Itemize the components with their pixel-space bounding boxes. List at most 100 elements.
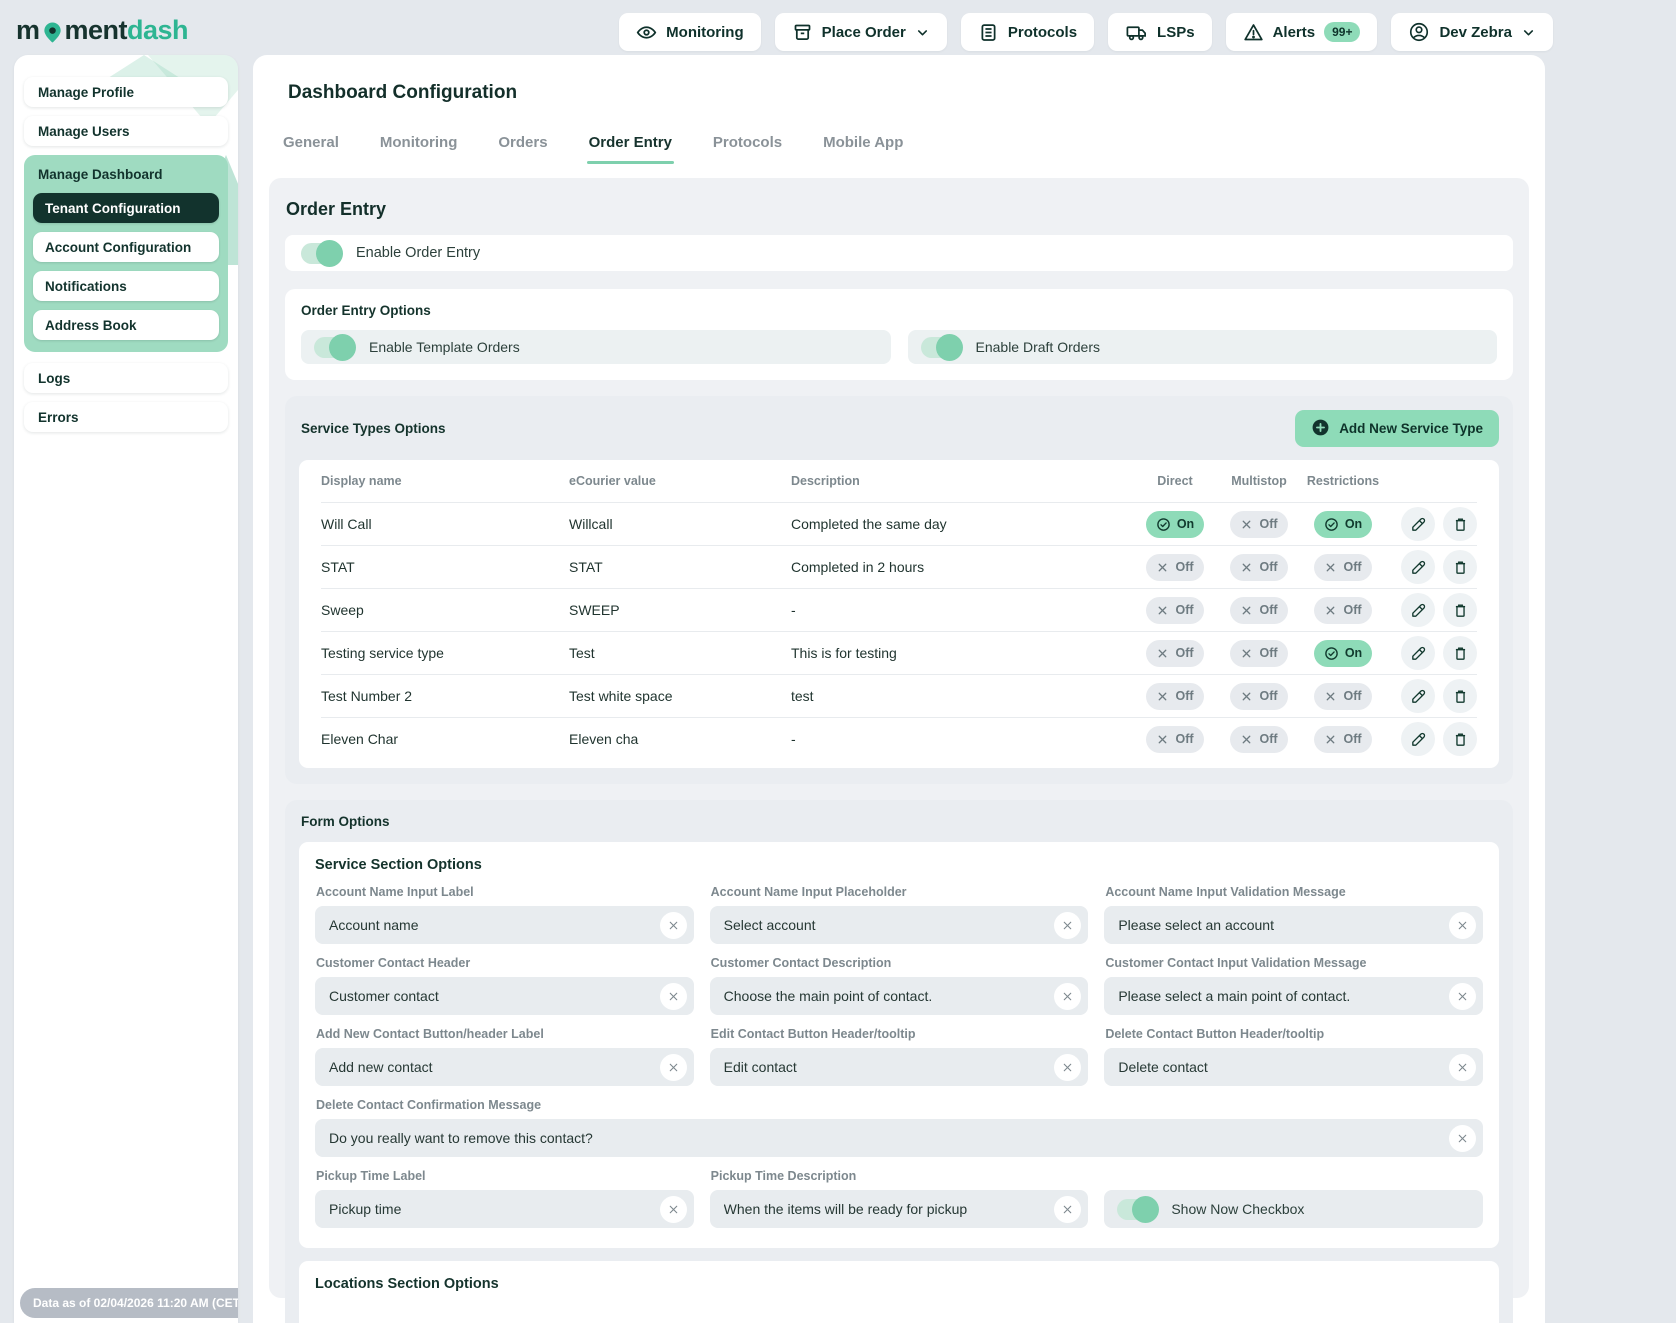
sidebar-item-address-book[interactable]: Address Book	[33, 310, 219, 340]
clear-input-button[interactable]	[660, 1054, 687, 1081]
sidebar-group-label[interactable]: Manage Dashboard	[33, 164, 219, 193]
clear-input-button[interactable]	[1449, 1054, 1476, 1081]
account-name-placeholder-input[interactable]: Select account	[710, 906, 1089, 944]
alerts-button[interactable]: Alerts 99+	[1226, 13, 1378, 51]
delete-button[interactable]	[1443, 636, 1477, 670]
edit-button[interactable]	[1401, 722, 1435, 756]
trash-icon	[1452, 645, 1469, 662]
edit-button[interactable]	[1401, 550, 1435, 584]
clear-input-button[interactable]	[1054, 1054, 1081, 1081]
restrictions-toggle-badge[interactable]: On	[1314, 511, 1372, 538]
clear-input-button[interactable]	[660, 1196, 687, 1223]
tab-mobile-app[interactable]: Mobile App	[823, 134, 903, 164]
order-entry-panel: Order Entry Enable Order Entry Order Ent…	[269, 178, 1529, 1298]
direct-toggle-badge[interactable]: Off	[1146, 597, 1203, 624]
add-new-service-type-button[interactable]: Add New Service Type	[1295, 410, 1499, 447]
table-row: Will Call Willcall Completed the same da…	[321, 502, 1477, 545]
direct-toggle-badge[interactable]: Off	[1146, 726, 1203, 753]
account-name-validation-input[interactable]: Please select an account	[1104, 906, 1483, 944]
show-now-checkbox-toggle[interactable]	[1117, 1199, 1157, 1220]
multistop-toggle-badge[interactable]: Off	[1230, 726, 1287, 753]
restrictions-toggle-badge[interactable]: Off	[1314, 597, 1371, 624]
direct-toggle-badge[interactable]: Off	[1146, 554, 1203, 581]
restrictions-toggle-badge[interactable]: On	[1314, 640, 1372, 667]
lsps-button[interactable]: LSPs	[1108, 13, 1212, 51]
tab-order-entry[interactable]: Order Entry	[589, 134, 672, 164]
enable-template-orders-toggle[interactable]	[314, 337, 354, 358]
x-icon	[1156, 733, 1169, 746]
delete-button[interactable]	[1443, 593, 1477, 627]
tab-general[interactable]: General	[283, 134, 339, 164]
pickup-time-label-input[interactable]: Pickup time	[315, 1190, 694, 1228]
enable-draft-orders-toggle[interactable]	[921, 337, 961, 358]
order-box-icon	[792, 22, 813, 43]
delete-contact-confirmation-input[interactable]: Do you really want to remove this contac…	[315, 1119, 1483, 1157]
protocols-button[interactable]: Protocols	[961, 13, 1094, 51]
restrictions-toggle-badge[interactable]: Off	[1314, 683, 1371, 710]
direct-toggle-badge[interactable]: Off	[1146, 640, 1203, 667]
field-label: Account Name Input Validation Message	[1105, 885, 1483, 899]
place-order-button[interactable]: Place Order	[775, 13, 947, 51]
customer-contact-header-input[interactable]: Customer contact	[315, 977, 694, 1015]
clear-input-button[interactable]	[1449, 1125, 1476, 1152]
sidebar-item-notifications[interactable]: Notifications	[33, 271, 219, 301]
sidebar-item-manage-profile[interactable]: Manage Profile	[24, 77, 228, 107]
delete-button[interactable]	[1443, 550, 1477, 584]
enable-order-entry-toggle[interactable]	[301, 243, 341, 264]
direct-toggle-badge[interactable]: Off	[1146, 683, 1203, 710]
multistop-toggle-badge[interactable]: Off	[1230, 597, 1287, 624]
delete-button[interactable]	[1443, 722, 1477, 756]
table-header-row: Display name eCourier value Description …	[321, 460, 1477, 502]
sidebar-item-tenant-configuration[interactable]: Tenant Configuration	[33, 193, 219, 223]
delete-button[interactable]	[1443, 507, 1477, 541]
sidebar-item-logs[interactable]: Logs	[24, 363, 228, 393]
restrictions-toggle-badge[interactable]: Off	[1314, 726, 1371, 753]
sidebar-item-errors[interactable]: Errors	[24, 402, 228, 432]
clear-input-button[interactable]	[1054, 1196, 1081, 1223]
restrictions-toggle-badge[interactable]: Off	[1314, 554, 1371, 581]
table-row: Eleven Char Eleven cha - Off Off Off	[321, 717, 1477, 760]
trash-icon	[1452, 602, 1469, 619]
clear-input-button[interactable]	[660, 983, 687, 1010]
sidebar-item-manage-users[interactable]: Manage Users	[24, 116, 228, 146]
order-entry-options-heading: Order Entry Options	[301, 303, 1497, 318]
clear-input-button[interactable]	[1054, 983, 1081, 1010]
edit-button[interactable]	[1401, 679, 1435, 713]
edit-button[interactable]	[1401, 636, 1435, 670]
sidebar-item-account-configuration[interactable]: Account Configuration	[33, 232, 219, 262]
edit-contact-tooltip-input[interactable]: Edit contact	[710, 1048, 1089, 1086]
edit-button[interactable]	[1401, 593, 1435, 627]
multistop-toggle-badge[interactable]: Off	[1230, 511, 1287, 538]
delete-button[interactable]	[1443, 679, 1477, 713]
clear-input-button[interactable]	[1449, 912, 1476, 939]
x-icon	[1156, 647, 1169, 660]
trash-icon	[1452, 688, 1469, 705]
multistop-toggle-badge[interactable]: Off	[1230, 683, 1287, 710]
user-menu-button[interactable]: Dev Zebra	[1391, 13, 1553, 51]
field-label: Customer Contact Description	[711, 956, 1089, 970]
tab-monitoring[interactable]: Monitoring	[380, 134, 457, 164]
customer-contact-validation-input[interactable]: Please select a main point of contact.	[1104, 977, 1483, 1015]
field-label: Add New Contact Button/header Label	[316, 1027, 694, 1041]
tab-protocols[interactable]: Protocols	[713, 134, 782, 164]
clear-input-button[interactable]	[1449, 983, 1476, 1010]
monitoring-label: Monitoring	[666, 24, 743, 41]
customer-contact-description-input[interactable]: Choose the main point of contact.	[710, 977, 1089, 1015]
locations-section-options-heading: Locations Section Options	[315, 1276, 1483, 1292]
multistop-toggle-badge[interactable]: Off	[1230, 554, 1287, 581]
delete-contact-tooltip-input[interactable]: Delete contact	[1104, 1048, 1483, 1086]
pencil-icon	[1410, 602, 1427, 619]
pickup-time-description-input[interactable]: When the items will be ready for pickup	[710, 1190, 1089, 1228]
clear-input-button[interactable]	[1054, 912, 1081, 939]
brand-logo[interactable]: m ment dash	[16, 15, 188, 46]
multistop-toggle-badge[interactable]: Off	[1230, 640, 1287, 667]
plus-circle-icon	[1311, 418, 1330, 440]
trash-icon	[1452, 559, 1469, 576]
edit-button[interactable]	[1401, 507, 1435, 541]
clear-input-button[interactable]	[660, 912, 687, 939]
tab-orders[interactable]: Orders	[498, 134, 547, 164]
direct-toggle-badge[interactable]: On	[1146, 511, 1204, 538]
add-new-contact-label-input[interactable]: Add new contact	[315, 1048, 694, 1086]
account-name-label-input[interactable]: Account name	[315, 906, 694, 944]
monitoring-button[interactable]: Monitoring	[619, 13, 760, 51]
